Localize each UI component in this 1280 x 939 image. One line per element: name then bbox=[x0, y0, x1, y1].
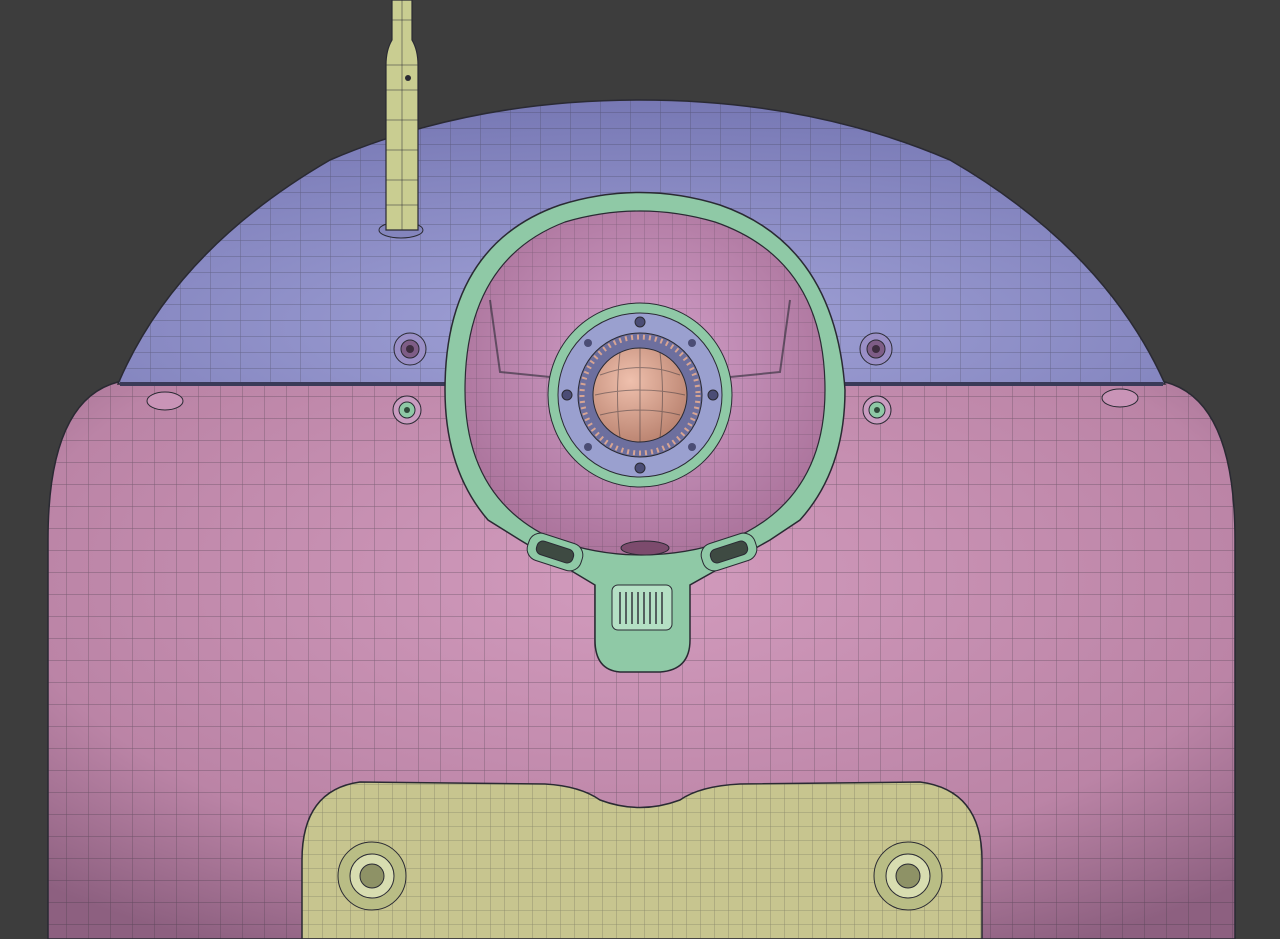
body-screw-right bbox=[862, 395, 892, 425]
lens-core bbox=[592, 347, 688, 443]
panel-bolt-right bbox=[873, 841, 943, 911]
robot-model bbox=[47, 0, 1236, 939]
center-grille bbox=[611, 584, 673, 631]
panel-bolt-left bbox=[337, 841, 407, 911]
3d-viewport bbox=[0, 0, 1280, 939]
antenna bbox=[378, 0, 424, 239]
corner-clip-right bbox=[1101, 388, 1139, 408]
body-screw-left bbox=[392, 395, 422, 425]
dome-screw-left bbox=[393, 332, 427, 366]
dome-screw-right bbox=[859, 332, 893, 366]
corner-clip-left bbox=[146, 391, 184, 411]
